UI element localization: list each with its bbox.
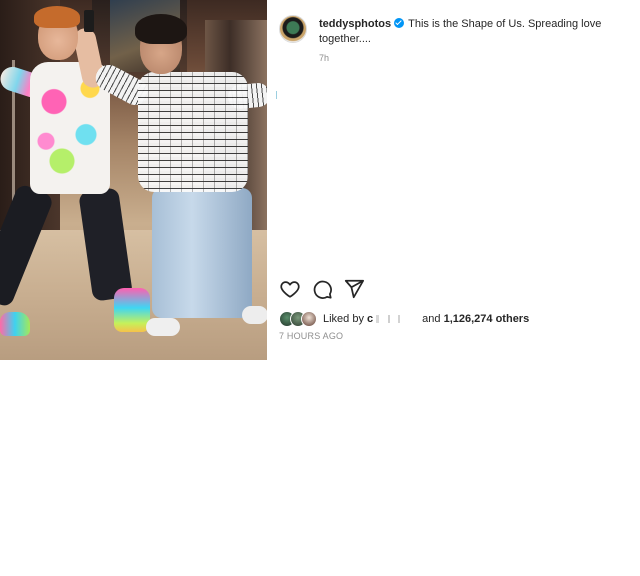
post-side-panel: teddysphotos This is the Shape of Us. Spr… bbox=[267, 0, 640, 360]
liked-by-label: Liked by bbox=[323, 313, 364, 325]
liker-avatar[interactable] bbox=[301, 311, 317, 327]
likes-count-link[interactable]: 1,126,274 others bbox=[444, 313, 530, 325]
person-two-hair bbox=[135, 14, 187, 44]
time-ago-label[interactable]: 7 HOURS AGO bbox=[279, 331, 343, 341]
person-two-shoe bbox=[242, 306, 267, 324]
person-two-jeans bbox=[152, 188, 252, 318]
avatar[interactable] bbox=[279, 15, 307, 43]
share-icon bbox=[344, 279, 365, 299]
username-link[interactable]: teddysphotos bbox=[319, 18, 391, 30]
person-two-shoe bbox=[146, 318, 180, 336]
person-one-phone bbox=[84, 10, 94, 32]
verified-badge-icon bbox=[394, 18, 405, 28]
comment-icon bbox=[313, 280, 332, 299]
heart-icon bbox=[280, 281, 300, 298]
action-bar bbox=[279, 278, 640, 300]
post-timestamp[interactable]: 7h bbox=[319, 53, 329, 63]
post-photo[interactable] bbox=[0, 0, 267, 360]
likes-connector: and bbox=[422, 313, 441, 325]
likes-text: Liked by c and 1,126,274 others bbox=[323, 309, 529, 329]
text-cursor bbox=[276, 91, 277, 99]
liker-username[interactable]: c bbox=[367, 313, 373, 325]
comment-button[interactable] bbox=[311, 278, 333, 300]
person-one-shoe bbox=[0, 312, 30, 336]
like-button[interactable] bbox=[279, 278, 301, 300]
likes-summary: Liked by c and 1,126,274 others bbox=[279, 309, 640, 329]
redacted-username bbox=[376, 315, 417, 324]
person-two-newspaper-shirt bbox=[138, 72, 248, 192]
share-button[interactable] bbox=[343, 278, 365, 300]
post-caption: teddysphotos This is the Shape of Us. Spr… bbox=[319, 17, 619, 47]
person-one-shoe bbox=[114, 288, 150, 332]
person-one-hair bbox=[34, 6, 80, 28]
